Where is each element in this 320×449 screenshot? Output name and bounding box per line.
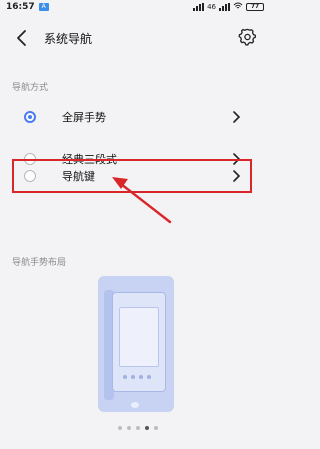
wifi-icon: [233, 2, 243, 12]
preview-dots: [123, 375, 151, 379]
chevron-right-icon[interactable]: [228, 109, 244, 125]
network-type: 46: [207, 3, 216, 11]
section-label-gesture-layout: 导航手势布局: [12, 258, 67, 268]
signal-icon: [193, 3, 205, 11]
status-bar: 16:57 A 46 77: [0, 0, 270, 14]
section-label-nav-mode: 导航方式: [12, 83, 49, 93]
back-arrow-icon[interactable]: [14, 28, 30, 48]
radio-button-selected[interactable]: [24, 111, 36, 123]
annotation-highlight-box: [12, 159, 252, 193]
gesture-layout-preview[interactable]: [98, 276, 174, 412]
page-dot: [154, 426, 158, 430]
page-dot: [118, 426, 122, 430]
signal-icon-2: [219, 3, 230, 11]
preview-home-indicator: [131, 402, 139, 408]
page-dot: [127, 426, 131, 430]
preview-app-content: [119, 307, 159, 367]
app-header: 系统导航: [0, 22, 270, 54]
app-notification-icon: A: [38, 3, 49, 11]
battery-icon: 77: [246, 3, 264, 11]
page-dot-active: [145, 426, 149, 430]
status-time: 16:57: [6, 2, 35, 12]
preview-app-card: [112, 292, 166, 392]
page-dot: [136, 426, 140, 430]
option-label: 全屏手势: [62, 111, 106, 124]
gear-icon[interactable]: [238, 27, 258, 47]
page-title: 系统导航: [44, 32, 93, 46]
page-indicator: [118, 426, 158, 430]
status-right-group: 46 77: [193, 2, 264, 12]
option-fullscreen-gesture[interactable]: 全屏手势: [0, 97, 270, 137]
